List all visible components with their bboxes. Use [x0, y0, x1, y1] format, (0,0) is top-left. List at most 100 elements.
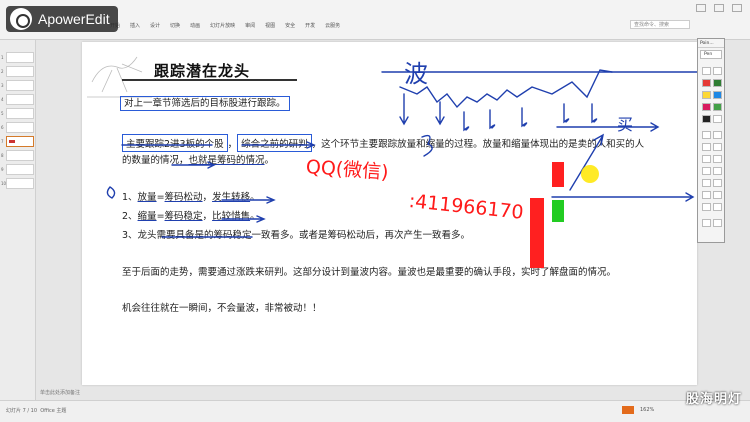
slide-thumbnail[interactable]: 6	[1, 122, 34, 133]
color-blue-swatch[interactable]	[713, 91, 722, 99]
handwritten-char-2: 买	[617, 115, 633, 134]
eraser-icon[interactable]	[713, 155, 722, 163]
slide-thumbnail[interactable]: 8	[1, 150, 34, 161]
palette-title: Poin...	[698, 39, 724, 48]
redo-icon[interactable]	[702, 179, 711, 187]
highlighter-icon[interactable]	[702, 167, 711, 175]
mark-b-4	[563, 103, 570, 124]
channel-brand-watermark: 股海明灯	[686, 392, 743, 407]
line-tool-icon[interactable]	[702, 131, 711, 139]
color-yellow-swatch[interactable]	[702, 91, 711, 99]
color-pink-swatch[interactable]	[702, 103, 711, 111]
mark-b-2	[489, 109, 496, 130]
exit-icon[interactable]	[702, 219, 711, 227]
slide-thumbnail[interactable]: 10	[1, 178, 34, 189]
slide-thumbnail[interactable]: 1	[1, 52, 34, 63]
slide-info: 幻灯片 7 / 10	[6, 408, 37, 414]
zoom-level[interactable]: 162%	[640, 407, 654, 413]
thumbnail-number: 5	[1, 111, 4, 116]
thumbnail-number: 3	[1, 83, 4, 88]
status-bar: 单击此处添加备注 幻灯片 7 / 10 Office 主题 162%	[0, 390, 750, 422]
qq-overlay-line-1: QQ(微信)	[305, 155, 390, 184]
mark-b-3	[521, 107, 528, 128]
circle-mark	[106, 186, 116, 199]
arrow-down-2	[435, 101, 445, 126]
color-white-swatch[interactable]	[713, 115, 722, 123]
mark-b-1	[463, 111, 470, 132]
slide-thumbnail-active[interactable]: 7	[1, 136, 34, 147]
tab-design[interactable]: 设计	[150, 22, 160, 29]
pen-icon[interactable]	[713, 67, 722, 75]
rectangle-tool-icon[interactable]	[702, 143, 711, 151]
pen-annotations: 波 买	[106, 60, 697, 268]
underline-arrow-2	[171, 161, 216, 169]
arrow-right-long	[551, 192, 695, 202]
maximize-button[interactable]	[714, 4, 724, 12]
slide-thumbnail[interactable]: 3	[1, 80, 34, 91]
command-search-input[interactable]: 查找命令、搜索	[630, 20, 690, 29]
thumbnail-number: 10	[1, 181, 7, 186]
tab-security[interactable]: 安全	[285, 22, 295, 29]
slide-canvas[interactable]: 跟踪潜在龙头 对上一章节筛选后的目标股进行跟踪。 主要跟踪2进3板的个股，综合之…	[82, 42, 697, 385]
zoom-icon[interactable]	[713, 191, 722, 199]
thumbnail-number: 7	[1, 139, 4, 144]
settings-icon[interactable]	[713, 203, 722, 211]
underline-arrow-4	[221, 215, 266, 223]
hide-icon[interactable]	[713, 219, 722, 227]
close-button[interactable]	[732, 4, 742, 12]
pen-tool-palette: Poin... Pen	[697, 38, 725, 243]
arrow-tool-icon[interactable]	[713, 131, 722, 139]
apoweredit-logo-icon	[10, 8, 32, 30]
slide-thumbnail[interactable]: 9	[1, 164, 34, 175]
tab-cloud[interactable]: 云服务	[325, 22, 340, 29]
volume-bar-green	[552, 200, 564, 222]
slide-thumbnail[interactable]: 4	[1, 94, 34, 105]
underline-arrow-3	[221, 196, 276, 204]
slideshow-play-button[interactable]	[622, 406, 634, 414]
notes-placeholder[interactable]: 单击此处添加备注	[40, 389, 80, 396]
minimize-button[interactable]	[696, 4, 706, 12]
watermark-app-name: ApowerEdit	[38, 11, 110, 27]
slide-counter: 幻灯片 7 / 10 Office 主题	[6, 407, 66, 414]
thumbnail-number: 6	[1, 125, 4, 130]
volume-bar-red-small	[552, 162, 564, 187]
tab-review[interactable]: 审阅	[245, 22, 255, 29]
thumbnail-number: 1	[1, 55, 4, 60]
handwritten-three	[421, 134, 433, 157]
tab-view[interactable]: 视图	[265, 22, 275, 29]
color-red-swatch[interactable]	[702, 79, 711, 87]
arrow-right-top	[556, 122, 660, 132]
theme-name: Office 主题	[40, 408, 67, 414]
ribbon-tabs: 开始 插入 设计 切换 动画 幻灯片放映 审阅 视图 安全 开发 云服务	[110, 22, 340, 29]
spotlight-icon[interactable]	[702, 191, 711, 199]
capture-icon[interactable]	[702, 203, 711, 211]
thumbnail-number: 2	[1, 69, 4, 74]
thumbnail-number: 8	[1, 153, 4, 158]
screen: 开始 插入 设计 切换 动画 幻灯片放映 审阅 视图 安全 开发 云服务 查找命…	[0, 0, 750, 422]
color-lime-swatch[interactable]	[713, 103, 722, 111]
recorder-watermark: ApowerEdit	[6, 6, 118, 32]
window-controls	[696, 4, 742, 12]
mark-b-5	[591, 103, 598, 124]
pointer-icon[interactable]	[702, 67, 711, 75]
price-wave-line	[399, 69, 613, 109]
slide-thumbnail-panel: 1 2 3 4 5 6 7 8 9 10	[0, 40, 36, 400]
color-green-swatch[interactable]	[713, 79, 722, 87]
arrow-down-1	[399, 93, 409, 126]
clear-icon[interactable]	[713, 179, 722, 187]
ellipse-tool-icon[interactable]	[713, 143, 722, 151]
color-black-swatch[interactable]	[702, 115, 711, 123]
slide-thumbnail[interactable]: 2	[1, 66, 34, 77]
undo-icon[interactable]	[713, 167, 722, 175]
tab-slideshow[interactable]: 幻灯片放映	[210, 22, 235, 29]
underline-arrow-1	[241, 141, 316, 149]
text-tool-icon[interactable]	[702, 155, 711, 163]
slide-thumbnail[interactable]: 5	[1, 108, 34, 119]
tab-animation[interactable]: 动画	[190, 22, 200, 29]
tab-insert[interactable]: 插入	[130, 22, 140, 29]
thumbnail-number: 9	[1, 167, 4, 172]
thumbnail-number: 4	[1, 97, 4, 102]
tab-transition[interactable]: 切换	[170, 22, 180, 29]
palette-pen-label[interactable]: Pen	[700, 50, 722, 59]
tab-developer[interactable]: 开发	[305, 22, 315, 29]
